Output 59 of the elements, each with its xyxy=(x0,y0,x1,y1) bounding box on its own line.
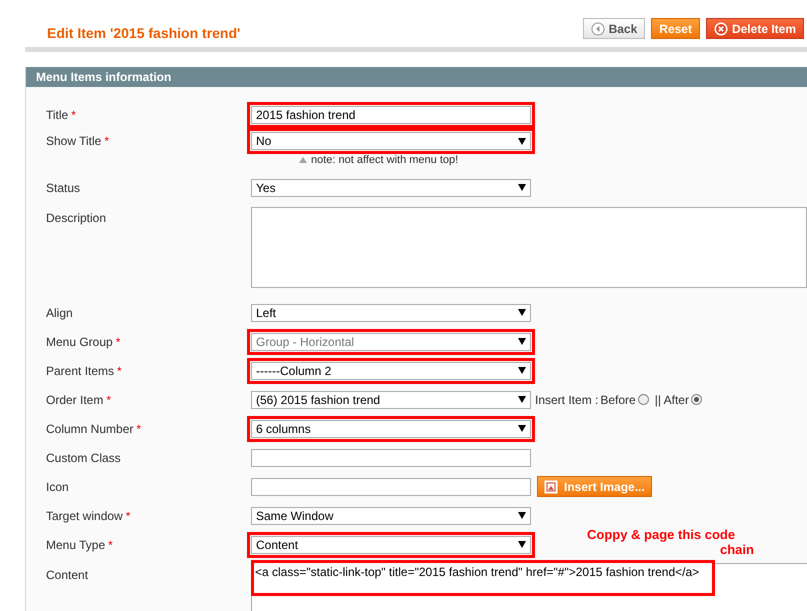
text-field[interactable]: 2015 fashion trend xyxy=(251,106,531,124)
field-label: Align xyxy=(46,306,74,320)
dropdown-arrow-icon xyxy=(518,425,526,432)
dropdown[interactable]: 6 columns xyxy=(251,420,531,438)
required-mark: * xyxy=(104,134,110,148)
field-label: Target window xyxy=(46,508,123,522)
annotation-text: Coppy & page this code xyxy=(587,527,736,542)
field-label: Parent Items xyxy=(46,364,114,378)
field-label: Order Item xyxy=(46,392,104,406)
annotation-text: chain xyxy=(720,542,754,557)
text-field[interactable] xyxy=(251,478,531,496)
required-mark: * xyxy=(126,508,130,522)
field-label: Column Number xyxy=(46,422,134,436)
radio-button[interactable] xyxy=(690,394,702,405)
dropdown-arrow-icon xyxy=(518,367,526,374)
dropdown[interactable]: Same Window xyxy=(251,506,531,524)
close-icon xyxy=(714,22,728,36)
dropdown-arrow-icon xyxy=(518,338,526,345)
dropdown-arrow-icon xyxy=(518,396,526,403)
dropdown-arrow-icon xyxy=(518,541,526,548)
required-mark: * xyxy=(71,108,76,122)
field-note: note: not affect with menu top! xyxy=(311,154,458,166)
field-label: Status xyxy=(46,180,82,194)
field-label: Icon xyxy=(46,480,70,494)
dropdown-arrow-icon xyxy=(518,512,526,519)
field-label: Show Title xyxy=(46,134,102,148)
dropdown[interactable]: (56) 2015 fashion trend xyxy=(251,390,531,408)
insert-label: Insert Item : xyxy=(535,392,598,406)
radio-label: Before xyxy=(600,392,636,406)
text-field[interactable] xyxy=(251,448,531,466)
dropdown[interactable]: Yes xyxy=(251,178,531,196)
required-mark: * xyxy=(136,422,142,436)
image-icon xyxy=(544,480,558,494)
radio-label: || After xyxy=(654,392,689,406)
triangle-icon xyxy=(299,157,307,163)
field-label: Custom Class xyxy=(46,450,122,464)
panel-title: Menu Items information xyxy=(26,67,807,87)
dropdown[interactable]: No xyxy=(251,132,531,150)
field-label: Content xyxy=(46,567,90,582)
text-area[interactable] xyxy=(251,207,807,288)
required-mark: * xyxy=(116,334,120,348)
field-label: Title xyxy=(46,108,68,122)
required-mark: * xyxy=(106,392,112,406)
field-label: Menu Type xyxy=(46,538,106,552)
field-label: Description xyxy=(46,210,108,225)
back-button[interactable]: Back xyxy=(582,18,646,39)
delete-button[interactable]: Delete Item xyxy=(706,18,804,39)
required-mark: * xyxy=(117,364,122,378)
dropdown-arrow-icon xyxy=(518,184,526,191)
dropdown[interactable]: Content xyxy=(251,536,531,554)
page-title: Edit Item '2015 fashion trend' xyxy=(47,25,240,43)
field-label: Menu Group xyxy=(46,334,113,348)
radio-button[interactable] xyxy=(638,394,649,405)
dropdown[interactable]: ------Column 2 xyxy=(251,362,531,380)
dropdown-arrow-icon xyxy=(518,138,526,144)
dropdown[interactable]: Left xyxy=(251,304,531,322)
required-mark: * xyxy=(108,538,113,552)
dropdown-arrow-icon xyxy=(518,309,526,316)
code-text-area[interactable]: <a class="static-link-top" title="2015 fashion trend" href="#">2015 fashion trend</a> xyxy=(251,563,807,611)
